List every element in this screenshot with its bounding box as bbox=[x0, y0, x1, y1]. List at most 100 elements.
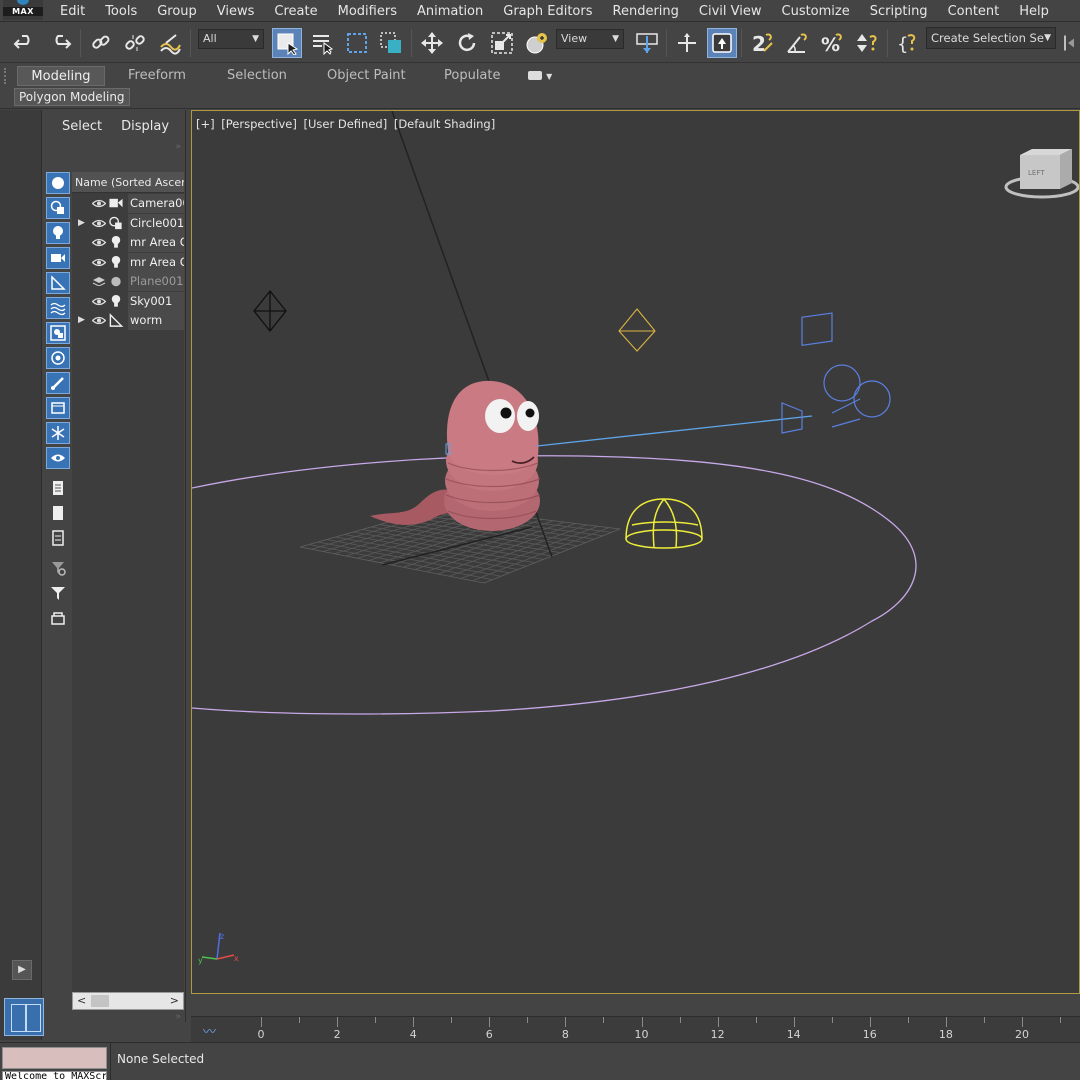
maxscript-mini-listener[interactable] bbox=[2, 1047, 107, 1069]
tab-populate[interactable]: Populate bbox=[434, 66, 511, 86]
reference-coordinate-dropdown[interactable]: View ▼ bbox=[556, 29, 624, 49]
layer-stack-icon[interactable] bbox=[92, 277, 106, 286]
visibility-eye-icon[interactable] bbox=[92, 258, 106, 267]
select-object-button[interactable] bbox=[272, 28, 302, 58]
lock-explorer-button[interactable] bbox=[46, 607, 70, 629]
pivot-center-button[interactable] bbox=[632, 28, 662, 58]
menu-views[interactable]: Views bbox=[207, 4, 265, 19]
filter-helpers-button[interactable] bbox=[46, 272, 70, 294]
undo-button[interactable] bbox=[10, 28, 40, 58]
curve-editor-icon[interactable]: 〰 bbox=[203, 1021, 225, 1040]
filter-shapes-button[interactable] bbox=[46, 197, 70, 219]
percent-snap-button[interactable]: % bbox=[817, 28, 847, 58]
tab-object-paint[interactable]: Object Paint bbox=[317, 66, 416, 86]
snaps-toggle-button[interactable]: 2 bbox=[747, 28, 777, 58]
selection-filter-dropdown[interactable]: All ▼ bbox=[198, 29, 264, 49]
ribbon-grip-handle[interactable] bbox=[4, 68, 10, 84]
object-name[interactable]: Plane001 bbox=[128, 272, 184, 291]
maxscript-output-line[interactable]: Welcome to MAXScript. bbox=[2, 1071, 107, 1080]
double-chevron-icon[interactable]: » bbox=[175, 1012, 181, 1022]
object-name[interactable]: Camera001 bbox=[128, 194, 184, 213]
menu-help[interactable]: Help bbox=[1009, 4, 1059, 19]
display-all-button[interactable] bbox=[46, 477, 70, 499]
select-manipulate-button[interactable] bbox=[672, 28, 702, 58]
ribbon-polygon-modeling-panel[interactable]: Polygon Modeling bbox=[14, 88, 130, 106]
filter-xrefs-button[interactable] bbox=[46, 347, 70, 369]
menu-civil-view[interactable]: Civil View bbox=[689, 4, 772, 19]
visibility-eye-icon[interactable] bbox=[92, 316, 106, 325]
menu-rendering[interactable]: Rendering bbox=[603, 4, 689, 19]
viewport-general-menu[interactable]: [+] bbox=[196, 117, 215, 131]
scale-button[interactable] bbox=[487, 28, 517, 58]
viewport-lighting-menu[interactable]: [User Defined] bbox=[304, 117, 388, 131]
named-selection-set-dropdown[interactable]: Create Selection Se ▼ bbox=[926, 27, 1056, 49]
select-by-name-button[interactable] bbox=[307, 28, 337, 58]
object-name[interactable]: worm bbox=[128, 311, 184, 330]
list-item[interactable]: ▶ worm bbox=[72, 311, 184, 331]
rotate-button[interactable] bbox=[452, 28, 482, 58]
viewport-layout-button[interactable] bbox=[4, 998, 44, 1036]
tab-modeling[interactable]: Modeling bbox=[17, 66, 105, 86]
object-name[interactable]: Circle001 bbox=[128, 213, 184, 233]
timeline-track[interactable]: 〰 0 2 4 6 8 10 12 14 16 18 20 bbox=[191, 1016, 1080, 1042]
menu-customize[interactable]: Customize bbox=[772, 4, 860, 19]
object-name[interactable]: mr Area Omni002 bbox=[128, 252, 184, 272]
menu-create[interactable]: Create bbox=[264, 4, 327, 19]
perspective-viewport[interactable]: LEFT z x y [+] [Perspective] [User Defin… bbox=[191, 110, 1080, 994]
explorer-menu-select[interactable]: Select bbox=[44, 116, 111, 138]
redo-button[interactable] bbox=[45, 28, 75, 58]
name-column-header[interactable]: Name (Sorted Ascending) bbox=[72, 172, 184, 193]
double-chevron-icon[interactable]: » bbox=[175, 142, 181, 152]
menu-edit[interactable]: Edit bbox=[50, 4, 95, 19]
expand-arrow-icon[interactable]: ▶ bbox=[78, 311, 85, 330]
viewport-point-of-view-menu[interactable]: [Perspective] bbox=[221, 117, 297, 131]
list-item[interactable]: ▶ Circle001 bbox=[72, 213, 184, 234]
app-logo[interactable]: MAX bbox=[3, 0, 43, 20]
menu-tools[interactable]: Tools bbox=[95, 4, 147, 19]
menu-graph-editors[interactable]: Graph Editors bbox=[493, 4, 602, 19]
explorer-menu-display[interactable]: Display bbox=[111, 116, 178, 138]
expand-arrow-icon[interactable]: ▶ bbox=[78, 214, 85, 233]
scroll-right-icon[interactable]: > bbox=[170, 993, 179, 1009]
filter-containers-button[interactable] bbox=[46, 397, 70, 419]
menu-animation[interactable]: Animation bbox=[407, 4, 493, 19]
window-crossing-button[interactable] bbox=[376, 28, 406, 58]
keyboard-shortcut-override-button[interactable] bbox=[707, 28, 737, 58]
visibility-eye-icon[interactable] bbox=[92, 238, 106, 247]
find-settings-button[interactable] bbox=[46, 557, 70, 579]
viewport-scene[interactable]: LEFT z x y bbox=[192, 111, 1080, 994]
filter-lights-button[interactable] bbox=[46, 222, 70, 244]
filter-frozen-button[interactable] bbox=[46, 422, 70, 444]
display-none-button[interactable] bbox=[46, 502, 70, 524]
filter-bones-button[interactable] bbox=[46, 372, 70, 394]
filter-space-warps-button[interactable] bbox=[46, 297, 70, 319]
list-item[interactable]: Sky001 bbox=[72, 291, 184, 312]
ribbon-options-button[interactable]: ▼ bbox=[522, 66, 558, 86]
edit-named-selection-button[interactable]: { bbox=[893, 28, 923, 58]
filter-hidden-button[interactable] bbox=[46, 447, 70, 469]
visibility-eye-icon[interactable] bbox=[92, 199, 106, 208]
angle-snap-button[interactable] bbox=[782, 28, 812, 58]
viewport-shading-menu[interactable]: [Default Shading] bbox=[394, 117, 495, 131]
menu-content[interactable]: Content bbox=[938, 4, 1010, 19]
tab-selection[interactable]: Selection bbox=[217, 66, 297, 86]
explorer-horizontal-scrollbar[interactable]: < > bbox=[72, 992, 184, 1010]
list-item[interactable]: Camera001 bbox=[72, 194, 184, 214]
menu-modifiers[interactable]: Modifiers bbox=[328, 4, 407, 19]
filter-geometry-button[interactable] bbox=[46, 172, 70, 194]
filter-toggle-button[interactable] bbox=[46, 582, 70, 604]
visibility-eye-icon[interactable] bbox=[92, 297, 106, 306]
display-invert-button[interactable] bbox=[46, 527, 70, 549]
filter-cameras-button[interactable] bbox=[46, 247, 70, 269]
scroll-left-icon[interactable]: < bbox=[77, 993, 86, 1009]
tab-freeform[interactable]: Freeform bbox=[118, 66, 196, 86]
list-item[interactable]: mr Area Omni001 bbox=[72, 233, 184, 253]
rectangular-selection-button[interactable] bbox=[342, 28, 372, 58]
object-name[interactable]: Sky001 bbox=[128, 291, 184, 311]
mirror-button[interactable] bbox=[1062, 28, 1080, 58]
list-item[interactable]: mr Area Omni002 bbox=[72, 252, 184, 273]
link-button[interactable] bbox=[86, 28, 116, 58]
list-item[interactable]: Plane001 bbox=[72, 272, 184, 292]
expand-panel-button[interactable]: ▶ bbox=[12, 960, 32, 980]
visibility-eye-icon[interactable] bbox=[92, 219, 106, 228]
